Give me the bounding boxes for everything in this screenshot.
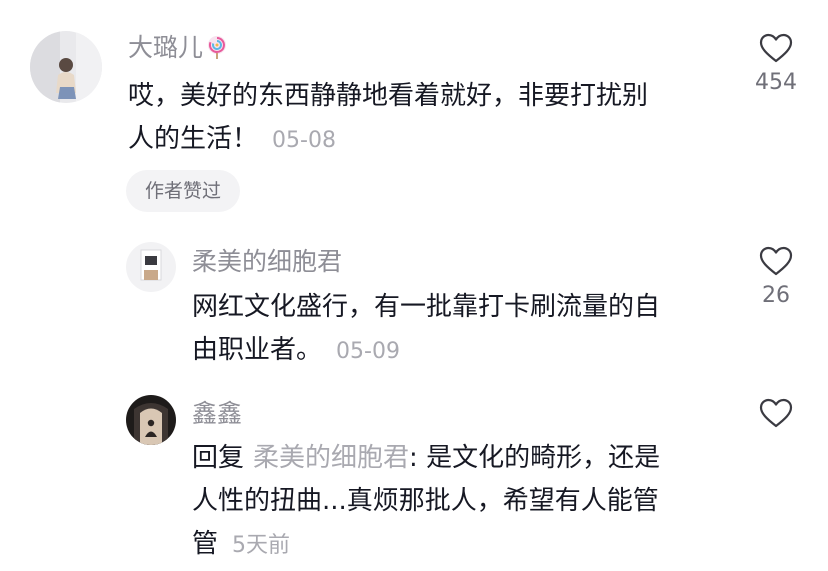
username-text: 大璐儿 xyxy=(128,33,204,62)
heart-icon xyxy=(759,398,793,428)
avatar-image xyxy=(126,242,176,292)
comment-text-tail: 管 xyxy=(192,529,219,559)
comment-text-line-last: 由职业者。 05-09 xyxy=(192,329,660,373)
comment-time: 05-08 xyxy=(272,128,336,153)
avatar[interactable] xyxy=(126,242,176,292)
heart-icon xyxy=(759,33,793,63)
like-button[interactable]: 26 xyxy=(746,246,806,309)
username[interactable]: 柔美的细胞君 xyxy=(192,247,342,277)
comment-time: 05-09 xyxy=(336,339,400,364)
author-liked-badge: 作者赞过 xyxy=(126,170,240,212)
comment-text: 回复 柔美的细胞君: 是文化的畸形，还是 人性的扭曲...真烦那批人，希望有人能管… xyxy=(192,437,660,567)
like-button[interactable] xyxy=(746,398,806,428)
comment-text-line-last: 人的生活！ 05-08 xyxy=(128,118,648,162)
like-count: 454 xyxy=(755,70,797,95)
comment-text-tail: 人的生活！ xyxy=(128,124,259,154)
comment-time: 5天前 xyxy=(232,533,291,558)
lollipop-icon xyxy=(205,35,229,59)
comment-text-line: 回复 柔美的细胞君: 是文化的畸形，还是 xyxy=(192,437,660,480)
comment-text-line: 哎，美好的东西静静地看着就好，非要打扰别 xyxy=(128,81,649,111)
username[interactable]: 大璐儿 xyxy=(128,33,229,63)
avatar-image xyxy=(30,31,102,103)
comment-text-line: 网红文化盛行，有一批靠打卡刷流量的自 xyxy=(192,292,661,322)
like-count: 26 xyxy=(762,283,790,308)
avatar[interactable] xyxy=(30,31,102,103)
avatar[interactable] xyxy=(126,395,176,445)
comment-text-start: 是文化的畸形，还是 xyxy=(426,443,661,473)
like-button[interactable]: 454 xyxy=(746,33,806,96)
username[interactable]: 鑫鑫 xyxy=(192,399,242,429)
avatar-image xyxy=(126,395,176,445)
comment-text-tail: 由职业者。 xyxy=(192,335,323,365)
reply-target-username[interactable]: 柔美的细胞君 xyxy=(253,443,409,473)
comment-text-line-last: 管 5天前 xyxy=(192,523,660,567)
comment-text-line: 人性的扭曲...真烦那批人，希望有人能管 xyxy=(192,486,659,516)
comment-text: 哎，美好的东西静静地看着就好，非要打扰别 人的生活！ 05-08 xyxy=(128,75,648,162)
reply-separator: : xyxy=(409,443,427,473)
reply-prefix: 回复 xyxy=(192,443,245,473)
comment-text: 网红文化盛行，有一批靠打卡刷流量的自 由职业者。 05-09 xyxy=(192,286,660,373)
heart-icon xyxy=(759,246,793,276)
